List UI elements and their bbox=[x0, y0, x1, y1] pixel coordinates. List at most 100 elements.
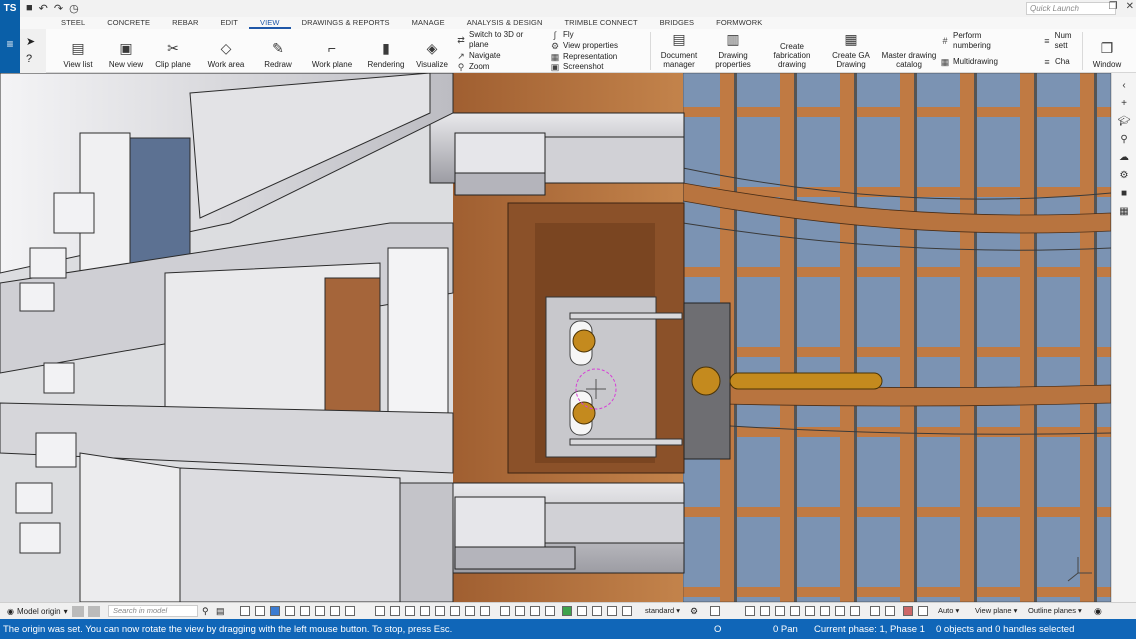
create-fabrication-drawing-button[interactable]: Create fabrication drawing bbox=[764, 29, 820, 73]
tab-drawings-reports[interactable]: DRAWINGS & REPORTS bbox=[291, 17, 401, 29]
cloud-icon[interactable]: ☁ bbox=[1118, 151, 1130, 163]
change-numbering-button[interactable]: ≡ Cha bbox=[1042, 57, 1069, 67]
clip-plane-button[interactable]: ✂ Clip plane bbox=[150, 29, 196, 73]
model-origin-dropdown[interactable]: ◉ Model origin ▾ bbox=[7, 607, 68, 616]
menu-icon[interactable]: ≡ bbox=[0, 37, 20, 51]
snap-tool-icon[interactable] bbox=[515, 606, 525, 616]
search-icon[interactable]: ⚲ bbox=[1118, 133, 1130, 145]
master-drawing-catalog-button[interactable]: Master drawing catalog bbox=[878, 29, 940, 73]
select-tool-icon[interactable] bbox=[270, 606, 280, 616]
redo-icon[interactable]: ↷ bbox=[54, 2, 63, 15]
snap-tool-icon[interactable] bbox=[375, 606, 385, 616]
work-area-button[interactable]: ◇ Work area bbox=[204, 29, 248, 73]
settings-icon[interactable]: ⚙ bbox=[690, 606, 698, 617]
display-tool-icon[interactable] bbox=[850, 606, 860, 616]
tab-concrete[interactable]: CONCRETE bbox=[96, 17, 161, 29]
gear-icon[interactable]: ⚙ bbox=[1118, 169, 1130, 181]
screenshot-button[interactable]: ▣ Screenshot bbox=[550, 62, 604, 72]
model-viewport[interactable] bbox=[0, 73, 1111, 602]
tab-manage[interactable]: MANAGE bbox=[401, 17, 456, 29]
fly-button[interactable]: ∫ Fly bbox=[550, 30, 574, 40]
origin-button[interactable] bbox=[72, 606, 84, 617]
visibility-icon[interactable]: ◉ bbox=[1094, 606, 1102, 617]
ortho-indicator[interactable]: O bbox=[714, 624, 721, 635]
switch-3d-button[interactable]: ⇄ Switch to 3D or plane bbox=[456, 30, 546, 50]
display-tool-icon[interactable] bbox=[918, 606, 928, 616]
redraw-button[interactable]: ✎ Redraw bbox=[258, 29, 298, 73]
tab-trimble-connect[interactable]: TRIMBLE CONNECT bbox=[554, 17, 649, 29]
search-options-icon[interactable]: ▤ bbox=[216, 606, 225, 617]
snap-tool-icon[interactable] bbox=[562, 606, 572, 616]
panel-plus-icon[interactable]: + bbox=[1118, 97, 1130, 109]
close-icon[interactable]: ✕ bbox=[1126, 1, 1134, 12]
display-tool-icon[interactable] bbox=[820, 606, 830, 616]
select-tool-icon[interactable] bbox=[285, 606, 295, 616]
snap-tool-icon[interactable] bbox=[500, 606, 510, 616]
model-3d-render[interactable] bbox=[0, 73, 1111, 602]
representation-button[interactable]: ▦ Representation bbox=[550, 52, 618, 62]
snap-tool-icon[interactable] bbox=[480, 606, 490, 616]
display-tool-icon[interactable] bbox=[903, 606, 913, 616]
snap-tool-icon[interactable] bbox=[592, 606, 602, 616]
save-icon[interactable]: ■ bbox=[26, 2, 33, 15]
display-tool-icon[interactable] bbox=[775, 606, 785, 616]
display-tool-icon[interactable] bbox=[760, 606, 770, 616]
origin-button[interactable] bbox=[88, 606, 100, 617]
standard-dropdown[interactable]: standard ▾ bbox=[645, 606, 680, 615]
rendering-button[interactable]: ▮ Rendering bbox=[364, 29, 408, 73]
search-icon[interactable]: ⚲ bbox=[202, 606, 209, 617]
tab-bridges[interactable]: BRIDGES bbox=[649, 17, 705, 29]
snap-tool-icon[interactable] bbox=[607, 606, 617, 616]
grid-icon[interactable]: ▦ bbox=[1118, 205, 1130, 217]
history-icon[interactable]: ◷ bbox=[69, 2, 79, 15]
display-tool-icon[interactable] bbox=[870, 606, 880, 616]
snap-tool-icon[interactable] bbox=[435, 606, 445, 616]
tab-steel[interactable]: STEEL bbox=[50, 17, 96, 29]
restore-icon[interactable]: ❐ bbox=[1109, 1, 1118, 12]
auto-dropdown[interactable]: Auto ▾ bbox=[938, 606, 959, 615]
select-tool-icon[interactable] bbox=[315, 606, 325, 616]
view-plane-dropdown[interactable]: View plane ▾ bbox=[975, 606, 1017, 615]
cube-icon[interactable]: ■ bbox=[1118, 187, 1130, 199]
numbering-settings-button[interactable]: ≡ Num sett bbox=[1042, 31, 1074, 51]
snap-tool-icon[interactable] bbox=[465, 606, 475, 616]
display-tool-icon[interactable] bbox=[805, 606, 815, 616]
snap-tool-icon[interactable] bbox=[530, 606, 540, 616]
tab-analysis-design[interactable]: ANALYSIS & DESIGN bbox=[456, 17, 554, 29]
snap-tool-icon[interactable] bbox=[420, 606, 430, 616]
tab-formwork[interactable]: FORMWORK bbox=[705, 17, 773, 29]
zoom-button[interactable]: ⚲ Zoom bbox=[456, 62, 490, 72]
snap-tool-icon[interactable] bbox=[450, 606, 460, 616]
display-tool-icon[interactable] bbox=[790, 606, 800, 616]
outline-planes-dropdown[interactable]: Outline planes ▾ bbox=[1028, 606, 1082, 615]
visualize-button[interactable]: ◈ Visualize bbox=[412, 29, 452, 73]
snap-tool-icon[interactable] bbox=[405, 606, 415, 616]
undo-icon[interactable]: ↶ bbox=[39, 2, 48, 15]
create-ga-drawing-button[interactable]: ▦ Create GA Drawing bbox=[826, 29, 876, 73]
select-tool-icon[interactable] bbox=[240, 606, 250, 616]
tab-edit[interactable]: EDIT bbox=[210, 17, 249, 29]
display-tool-icon[interactable] bbox=[745, 606, 755, 616]
multidrawing-button[interactable]: ▦ Multidrawing bbox=[940, 57, 998, 67]
chevron-left-icon[interactable]: ‹ bbox=[1118, 79, 1130, 91]
document-manager-button[interactable]: ▤ Document manager bbox=[656, 29, 702, 73]
select-tool-icon[interactable] bbox=[330, 606, 340, 616]
display-tool-icon[interactable] bbox=[885, 606, 895, 616]
select-tool-icon[interactable] bbox=[255, 606, 265, 616]
select-help-icon[interactable]: ? bbox=[26, 53, 32, 65]
display-tool-icon[interactable] bbox=[835, 606, 845, 616]
snap-tool-icon[interactable] bbox=[545, 606, 555, 616]
window-button[interactable]: ❐ Window bbox=[1086, 29, 1128, 73]
view-list-button[interactable]: ▤ View list bbox=[58, 29, 98, 73]
view-properties-button[interactable]: ⚙ View properties bbox=[550, 41, 618, 51]
perform-numbering-button[interactable]: # Perform numbering bbox=[940, 31, 1020, 51]
quick-launch-input[interactable]: Quick Launch bbox=[1026, 2, 1116, 15]
tab-view[interactable]: VIEW bbox=[248, 17, 291, 29]
tab-rebar[interactable]: REBAR bbox=[161, 17, 209, 29]
select-arrow-icon[interactable]: ➤ bbox=[26, 35, 35, 48]
snap-tool-icon[interactable] bbox=[622, 606, 632, 616]
search-input[interactable]: Search in model bbox=[108, 605, 198, 617]
app-logo[interactable]: TS bbox=[0, 0, 20, 17]
drawing-properties-button[interactable]: ▥ Drawing properties bbox=[710, 29, 756, 73]
snap-tool-icon[interactable] bbox=[710, 606, 720, 616]
